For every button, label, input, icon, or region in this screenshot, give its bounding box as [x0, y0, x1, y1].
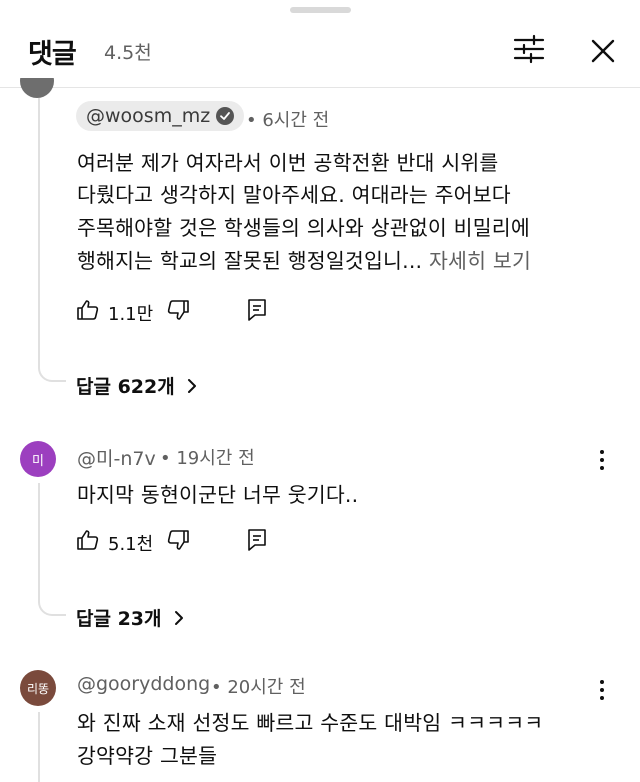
avatar[interactable]: 리똥	[20, 670, 56, 706]
comment-time: • 19시간 전	[160, 448, 255, 469]
chevron-right-icon	[187, 378, 196, 393]
comment-text-line: 마지막 동현이군단 너무 웃기다..	[77, 483, 359, 507]
comment-text-line: 강약약강 그분들	[77, 744, 218, 768]
page-title: 댓글	[28, 39, 77, 70]
comment-text-line: 여러분 제가 여자라서 이번 공학전환 반대 시위를	[77, 151, 499, 175]
view-replies-button[interactable]: 답글 622개	[76, 372, 197, 399]
avatar[interactable]	[20, 78, 54, 98]
reply-button[interactable]	[246, 528, 268, 552]
avatar[interactable]: 미	[20, 441, 56, 477]
thread-line	[38, 98, 40, 362]
like-button[interactable]	[76, 298, 100, 322]
comment-time: • 20시간 전	[211, 677, 306, 698]
thumbs-up-icon	[77, 300, 99, 320]
header-divider	[0, 87, 640, 88]
view-replies-button[interactable]: 답글 23개	[76, 604, 184, 631]
verified-check-icon	[216, 107, 235, 125]
thumbs-down-icon	[167, 300, 189, 320]
thread-curve	[38, 362, 66, 382]
comment-text-line: 주목해야할 것은 학생들의 의사와 상관없이 비밀리에	[77, 216, 530, 240]
like-button[interactable]	[76, 528, 100, 552]
thumbs-down-icon	[167, 530, 189, 550]
comment-text: 행해지는 학교의 잘못된 행정일것입니...	[77, 249, 429, 273]
reply-comment-icon	[248, 299, 266, 321]
like-count: 1.1만	[108, 304, 154, 325]
avatar-initial: 미	[32, 453, 44, 469]
reply-button[interactable]	[246, 298, 268, 322]
thread-curve	[38, 596, 66, 616]
comment-text-line: 와 진짜 소재 선정도 빠르고 수준도 대박임 ㅋㅋㅋㅋㅋ	[77, 711, 544, 735]
avatar-initial: 리똥	[26, 681, 50, 696]
thread-line	[38, 712, 40, 782]
replies-label: 답글 23개	[76, 608, 162, 630]
author-handle-pill[interactable]: @woosm_mz	[76, 101, 245, 131]
close-icon[interactable]	[586, 34, 620, 68]
chevron-right-icon	[174, 610, 183, 625]
author-handle: @woosm_mz	[86, 105, 211, 127]
comment-count: 4.5천	[104, 42, 152, 64]
author-handle[interactable]: @gooryddong	[77, 673, 210, 695]
dislike-button[interactable]	[166, 298, 190, 322]
comments-header: 댓글 4.5천	[0, 0, 640, 88]
dislike-button[interactable]	[166, 528, 190, 552]
comment-text-line: 행해지는 학교의 잘못된 행정일것입니... 자세히 보기	[77, 244, 531, 274]
more-options-icon[interactable]	[592, 678, 612, 702]
like-count: 5.1천	[108, 534, 154, 555]
comment-text-line: 다뤘다고 생각하지 말아주세요. 여대라는 주어보다	[77, 183, 511, 207]
thread-line	[38, 483, 40, 596]
sliders-icon[interactable]	[510, 32, 548, 66]
more-options-icon[interactable]	[592, 448, 612, 472]
comment-time: • 6시간 전	[246, 110, 330, 131]
thumbs-up-icon	[77, 530, 99, 550]
reply-comment-icon	[248, 529, 266, 551]
read-more-link[interactable]: 자세히 보기	[429, 249, 531, 273]
replies-label: 답글 622개	[76, 376, 175, 398]
author-handle[interactable]: @미-n7v	[77, 444, 156, 471]
